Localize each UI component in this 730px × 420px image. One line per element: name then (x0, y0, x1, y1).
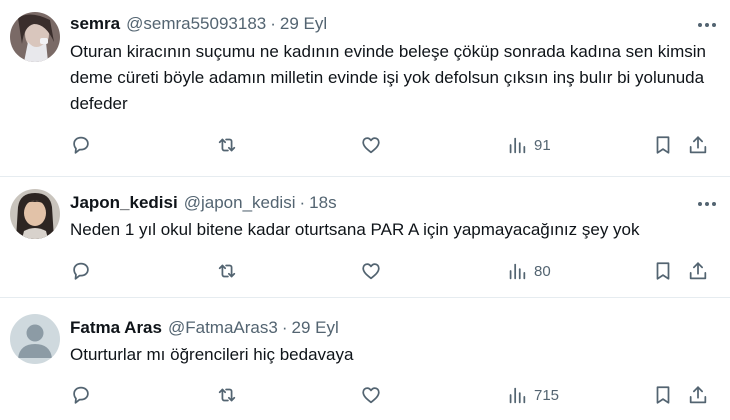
action-bar: 91 (70, 130, 720, 160)
timestamp[interactable]: 29 Eyl (292, 318, 339, 338)
timestamp[interactable]: 18s (309, 193, 336, 213)
bookmark-icon (656, 262, 670, 280)
like-button[interactable] (360, 380, 382, 410)
display-name[interactable]: Fatma Aras (70, 318, 162, 338)
like-button[interactable] (360, 130, 382, 160)
tweet-header: Fatma Aras @FatmaAras3 · 29 Eyl (70, 316, 339, 340)
like-button[interactable] (360, 256, 382, 286)
more-options-icon[interactable] (698, 23, 716, 27)
bookmark-icon (656, 386, 670, 404)
share-button[interactable] (687, 256, 709, 286)
speech-bubble-icon (73, 386, 89, 404)
bar-chart-icon (509, 387, 526, 404)
reply-feed: semra @semra55093183 · 29 Eyl Oturan kir… (0, 0, 730, 420)
separator-dot: · (281, 318, 288, 337)
bookmark-button[interactable] (652, 256, 674, 286)
retweet-button[interactable] (216, 130, 238, 160)
reply-button[interactable] (70, 380, 92, 410)
action-bar: 80 (70, 256, 720, 286)
views-button[interactable]: 715 (506, 380, 559, 410)
tweet-text: Neden 1 yıl okul bitene kadar oturtsana … (70, 220, 640, 239)
tweet-text: Oturturlar mı öğrencileri hiç bedavaya (70, 345, 354, 364)
heart-icon (362, 137, 380, 154)
bar-chart-icon (509, 137, 526, 154)
share-upload-icon (689, 386, 707, 404)
heart-icon (362, 387, 380, 404)
speech-bubble-icon (73, 136, 89, 154)
user-handle[interactable]: @FatmaAras3 (168, 318, 278, 338)
views-button[interactable]: 80 (506, 256, 551, 286)
tweet-header: semra @semra55093183 · 29 Eyl (70, 12, 327, 36)
avatar[interactable] (10, 314, 60, 364)
display-name[interactable]: Japon_kedisi (70, 193, 178, 213)
timestamp[interactable]: 29 Eyl (280, 14, 327, 34)
share-upload-icon (689, 262, 707, 280)
action-bar: 715 (70, 380, 720, 410)
share-upload-icon (689, 136, 707, 154)
separator-dot: · (270, 14, 276, 33)
avatar[interactable] (10, 12, 60, 62)
bookmark-button[interactable] (652, 380, 674, 410)
views-count: 80 (534, 262, 551, 280)
repost-arrows-icon (218, 388, 236, 402)
tweet[interactable]: Japon_kedisi @japon_kedisi · 18s Neden 1… (0, 177, 730, 298)
reply-button[interactable] (70, 130, 92, 160)
bookmark-icon (656, 136, 670, 154)
reply-button[interactable] (70, 256, 92, 286)
tweet-header: Japon_kedisi @japon_kedisi · 18s (70, 191, 337, 215)
tweet-text: Oturan kiracının suçumu ne kadının evind… (70, 42, 706, 113)
retweet-button[interactable] (216, 256, 238, 286)
bookmark-button[interactable] (652, 130, 674, 160)
views-count: 715 (534, 386, 560, 404)
speech-bubble-icon (73, 262, 89, 280)
repost-arrows-icon (218, 264, 236, 278)
tweet[interactable]: Fatma Aras @FatmaAras3 · 29 Eyl Oturturl… (0, 298, 730, 420)
views-button[interactable]: 91 (506, 130, 551, 160)
user-handle[interactable]: @semra55093183 (126, 14, 266, 34)
share-button[interactable] (687, 130, 709, 160)
separator-dot: · (299, 193, 306, 212)
user-handle[interactable]: @japon_kedisi (184, 193, 296, 213)
views-count: 91 (534, 136, 551, 154)
retweet-button[interactable] (216, 380, 238, 410)
display-name[interactable]: semra (70, 14, 120, 34)
repost-arrows-icon (218, 138, 236, 152)
bar-chart-icon (509, 263, 526, 280)
share-button[interactable] (687, 380, 709, 410)
heart-icon (362, 263, 380, 280)
tweet[interactable]: semra @semra55093183 · 29 Eyl Oturan kir… (0, 0, 730, 177)
more-options-icon[interactable] (698, 202, 716, 206)
avatar[interactable] (10, 189, 60, 239)
